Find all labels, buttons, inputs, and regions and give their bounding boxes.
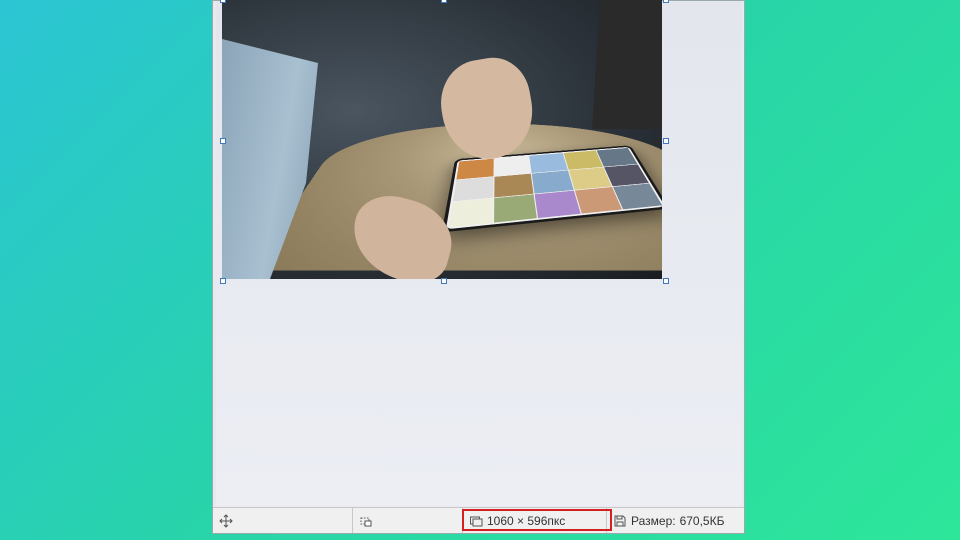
cursor-position-icon [219, 514, 233, 528]
resize-handle[interactable] [441, 278, 447, 284]
floppy-icon [613, 514, 627, 528]
file-size-label: Размер: [631, 514, 676, 528]
resize-handle[interactable] [663, 278, 669, 284]
paint-window: 1060 × 596пкс Размер: 670,5КБ [212, 0, 745, 534]
selection-size-icon [359, 514, 373, 528]
resize-handle[interactable] [220, 278, 226, 284]
status-bar: 1060 × 596пкс Размер: 670,5КБ [213, 507, 744, 533]
canvas-dimensions-value: 1060 × 596пкс [487, 514, 565, 528]
status-cursor-position [213, 508, 353, 533]
resize-handle[interactable] [663, 138, 669, 144]
file-size-value: 670,5КБ [680, 514, 725, 528]
resize-handle[interactable] [220, 138, 226, 144]
status-canvas-dimensions: 1060 × 596пкс [463, 508, 607, 533]
status-file-size: Размер: 670,5КБ [607, 508, 744, 533]
canvas-area[interactable] [216, 1, 742, 506]
resize-handle[interactable] [441, 0, 447, 3]
status-selection-size [353, 508, 463, 533]
screen-size-icon [469, 514, 483, 528]
photo-content [222, 0, 662, 279]
image-on-canvas[interactable] [222, 0, 662, 279]
resize-handle[interactable] [220, 0, 226, 3]
resize-handle[interactable] [663, 0, 669, 3]
